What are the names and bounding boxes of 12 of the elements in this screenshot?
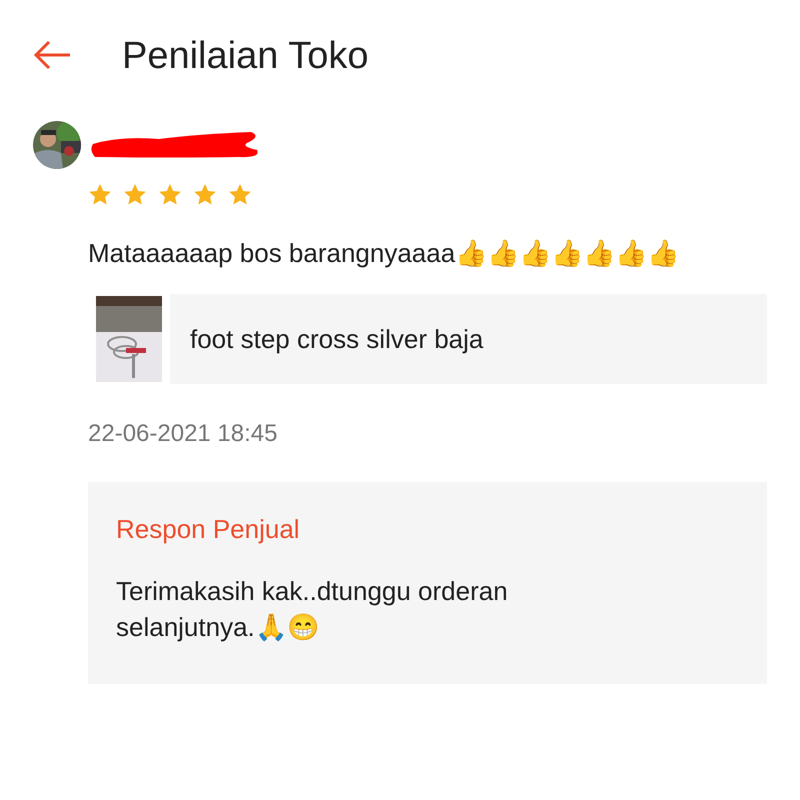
product-card[interactable]: foot step cross silver baja <box>88 294 767 384</box>
star-icon <box>193 183 217 207</box>
review-date: 22-06-2021 18:45 <box>88 420 278 448</box>
product-name: foot step cross silver baja <box>190 324 484 354</box>
response-label: Respon Penjual <box>116 514 301 545</box>
star-icon <box>158 183 182 207</box>
star-icon <box>88 183 112 207</box>
star-icon <box>123 183 147 207</box>
page-title: Penilaian Toko <box>122 34 368 78</box>
star-icon <box>228 183 252 207</box>
response-text: Terimakasih kak..dtunggu orderan selanjutnya.🙏😁 <box>116 575 509 644</box>
review-text: Mataaaaaap bos barangnyaaaa👍👍👍👍👍👍👍 <box>88 237 680 270</box>
